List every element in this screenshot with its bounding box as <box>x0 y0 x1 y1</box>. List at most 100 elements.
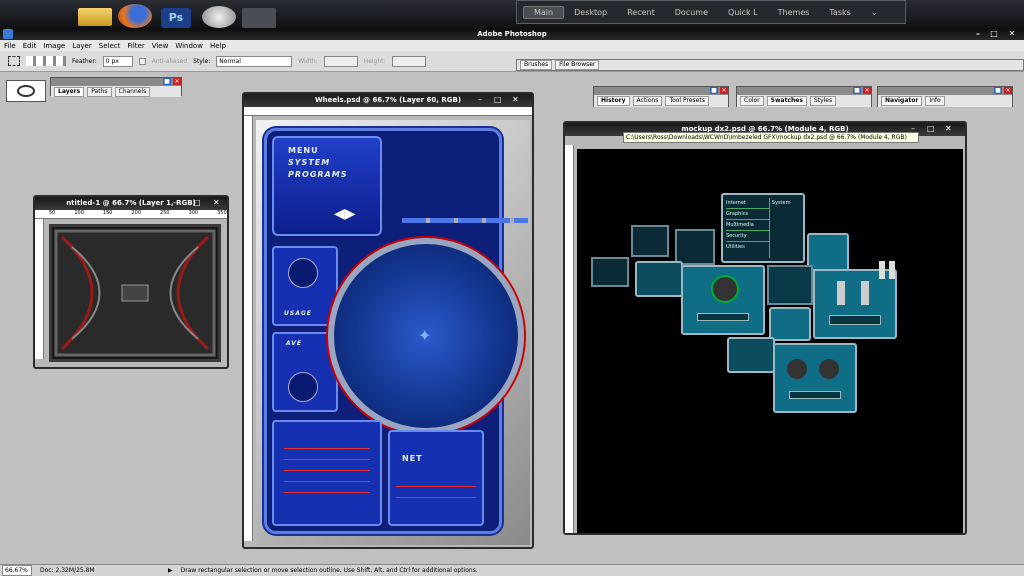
well-brushes[interactable]: Brushes <box>520 60 553 70</box>
close-icon[interactable]: ✕ <box>945 124 952 133</box>
selection-mode-icons[interactable] <box>26 56 66 66</box>
swatches-palette: ■ ✕ Color Swatches Styles <box>736 86 872 107</box>
tool-preset-picker[interactable] <box>6 80 46 102</box>
menu-view[interactable]: View <box>152 42 169 50</box>
tab-paths[interactable]: Paths <box>87 86 112 97</box>
close-icon[interactable]: ✕ <box>1004 87 1012 94</box>
menu-help[interactable]: Help <box>210 42 226 50</box>
app-icon[interactable] <box>3 29 13 39</box>
tab-color[interactable]: Color <box>740 96 764 106</box>
close-icon[interactable]: ✕ <box>213 198 220 207</box>
close-icon[interactable]: ✕ <box>512 95 519 104</box>
ruler-vertical <box>565 145 574 533</box>
module-tile <box>767 265 813 305</box>
tab-layers[interactable]: Layers <box>54 86 85 97</box>
style-select[interactable]: Normal <box>216 55 293 67</box>
tab-navigator[interactable]: Navigator <box>881 96 923 106</box>
status-bar: 66.67% Doc: 2.32M/25.8M ▶ Draw rectangul… <box>0 564 1024 576</box>
globe-icon[interactable] <box>202 6 236 28</box>
collapse-icon[interactable]: ■ <box>710 87 718 94</box>
menu-select[interactable]: Select <box>99 42 121 50</box>
zoom-field[interactable]: 66.67% <box>2 565 32 576</box>
tab-actions[interactable]: Actions <box>632 96 663 106</box>
net-label: NET <box>402 454 423 463</box>
menu-image[interactable]: Image <box>43 42 65 50</box>
tab-history[interactable]: History <box>597 96 630 106</box>
tab-quick-launch[interactable]: Quick L <box>718 7 768 18</box>
maximize-icon[interactable]: □ <box>986 28 1002 40</box>
minimize-icon[interactable]: – <box>173 198 177 207</box>
program-list[interactable]: Internet Graphics Multimedia Security Ut… <box>721 193 805 263</box>
feather-input[interactable]: 0 px <box>102 55 133 67</box>
gauge-dial-icon <box>288 258 318 288</box>
minimize-icon[interactable]: – <box>478 95 482 104</box>
blank-icon[interactable] <box>242 8 276 28</box>
maximize-icon[interactable]: □ <box>193 198 201 207</box>
canvas-mockup[interactable]: Internet Graphics Multimedia Security Ut… <box>577 149 963 533</box>
folder-icon[interactable] <box>78 8 112 26</box>
menu-filter[interactable]: Filter <box>127 42 144 50</box>
slider-icon[interactable] <box>837 281 845 305</box>
canvas-wheels[interactable]: MENU SYSTEM PROGRAMS ◀▶ USAGE AVE ✦ NET <box>256 120 530 545</box>
close-icon[interactable]: ✕ <box>720 87 728 94</box>
tab-tool-presets[interactable]: Tool Presets <box>665 96 709 106</box>
maximize-icon[interactable]: □ <box>494 95 502 104</box>
tab-info[interactable]: Info <box>925 96 945 106</box>
list-item[interactable]: Internet <box>726 198 769 209</box>
width-input[interactable] <box>323 55 358 67</box>
well-file-browser[interactable]: File Browser <box>555 60 600 70</box>
tab-documents[interactable]: Docume <box>665 7 718 18</box>
chevron-down-icon[interactable]: ⌄ <box>861 7 888 18</box>
tab-channels[interactable]: Channels <box>114 86 151 97</box>
menu-window[interactable]: Window <box>175 42 203 50</box>
close-icon[interactable]: ✕ <box>1004 28 1020 40</box>
module-controls[interactable] <box>813 269 897 339</box>
doc-size[interactable]: Doc: 2.32M/25.8M <box>40 567 160 574</box>
list-item[interactable]: System <box>772 198 800 208</box>
collapse-icon[interactable]: ■ <box>163 78 171 85</box>
list-item[interactable]: Security <box>726 231 769 242</box>
canvas-untitled[interactable] <box>49 224 221 362</box>
tab-themes[interactable]: Themes <box>768 7 820 18</box>
collapse-icon[interactable]: ■ <box>853 87 861 94</box>
status-lights <box>402 218 528 223</box>
handle-icon[interactable] <box>879 261 899 279</box>
tab-swatches[interactable]: Swatches <box>766 96 807 106</box>
menu-label: MENU <box>288 146 319 155</box>
tab-tasks[interactable]: Tasks <box>819 7 860 18</box>
close-icon[interactable]: ✕ <box>863 87 871 94</box>
doc-window-untitled[interactable]: ntitled-1 @ 66.7% (Layer 1, RGB) – □ ✕ 5… <box>33 195 229 369</box>
list-item[interactable]: Utilities <box>726 242 769 252</box>
close-icon[interactable]: ✕ <box>173 78 181 85</box>
menu-file[interactable]: File <box>4 42 16 50</box>
usage-label: USAGE <box>284 310 312 317</box>
tab-recent[interactable]: Recent <box>617 7 665 18</box>
doc-window-mockup[interactable]: mockup dx2.psd @ 66.7% (Module 4, RGB) –… <box>563 121 967 535</box>
menu-edit[interactable]: Edit <box>23 42 37 50</box>
firefox-icon[interactable] <box>118 4 152 28</box>
net-panel: NET <box>388 430 484 526</box>
menu-layer[interactable]: Layer <box>72 42 92 50</box>
marquee-tool-icon[interactable] <box>8 56 20 66</box>
module-speakers[interactable] <box>773 343 857 413</box>
module-tile <box>807 233 849 271</box>
module-tile <box>635 261 683 297</box>
module-tile <box>631 225 669 257</box>
tab-desktop[interactable]: Desktop <box>564 7 617 18</box>
height-input[interactable] <box>391 55 426 67</box>
module-disk[interactable] <box>681 265 765 335</box>
doc-window-wheels[interactable]: Wheels.psd @ 66.7% (Layer 60, RGB) – □ ✕… <box>242 92 534 549</box>
play-icon[interactable]: ▶ <box>168 567 173 574</box>
tab-main[interactable]: Main <box>523 5 565 19</box>
play-icon[interactable]: ◀▶ <box>334 206 356 222</box>
list-item[interactable]: Graphics <box>726 209 769 220</box>
photoshop-icon[interactable]: Ps <box>161 8 191 28</box>
slider-icon[interactable] <box>861 281 869 305</box>
tab-styles[interactable]: Styles <box>809 96 837 106</box>
taskbar: Ps Main Desktop Recent Docume Quick L Th… <box>0 0 1024 28</box>
minimize-icon[interactable]: – <box>970 28 986 40</box>
collapse-icon[interactable]: ■ <box>994 87 1002 94</box>
antialias-checkbox[interactable] <box>138 57 146 65</box>
list-item[interactable]: Multimedia <box>726 220 769 231</box>
maximize-icon[interactable]: □ <box>927 124 935 133</box>
